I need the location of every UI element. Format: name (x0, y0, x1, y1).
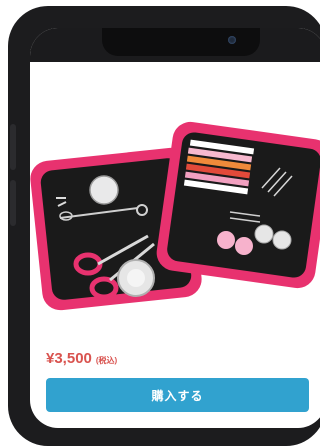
notch (102, 28, 260, 56)
phone-side-button (10, 124, 16, 170)
right-case-half (156, 121, 320, 289)
price-row: ¥3,500 (税込) (46, 350, 117, 367)
phone-side-button (10, 180, 16, 226)
phone-screen: ¥3,500 (税込) 購入する (30, 28, 320, 428)
status-bar (30, 28, 320, 62)
product-price: ¥3,500 (46, 350, 92, 367)
phone-frame: ¥3,500 (税込) 購入する (8, 6, 320, 446)
sewing-kit-illustration (30, 121, 320, 311)
buy-button[interactable]: 購入する (46, 378, 309, 412)
camera-icon (228, 36, 236, 44)
tax-note: (税込) (95, 356, 118, 365)
product-image[interactable] (30, 68, 320, 338)
